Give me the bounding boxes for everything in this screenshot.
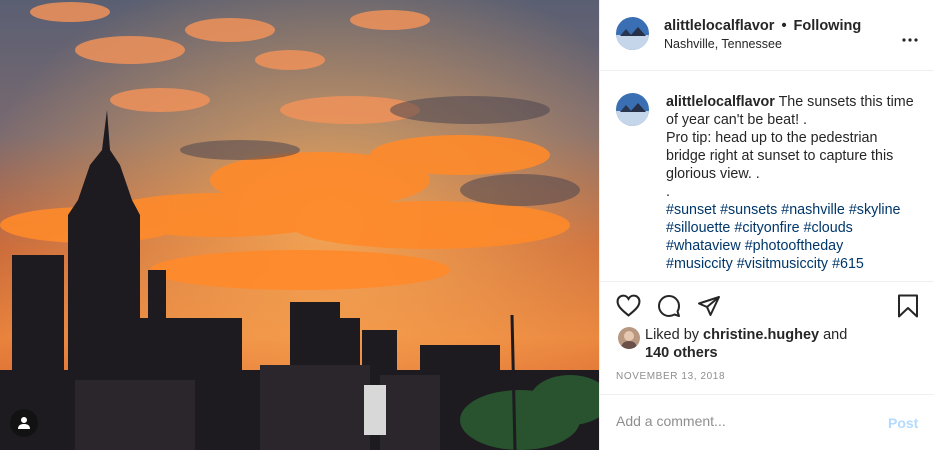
hashtag-link[interactable]: #clouds (804, 220, 853, 236)
comment-bar: Post (600, 394, 934, 450)
comment-button[interactable] (657, 294, 681, 323)
hashtag-link[interactable]: #visitmusiccity (737, 256, 828, 272)
hashtag-link[interactable]: #nashville (781, 202, 845, 218)
liker-avatar[interactable] (618, 327, 640, 349)
post-header: alittlelocalflavor • Following Nashville… (600, 0, 934, 71)
post-details-panel: alittlelocalflavor • Following Nashville… (599, 0, 934, 450)
more-options-button[interactable] (902, 30, 918, 48)
separator-dot: • (781, 18, 787, 34)
bookmark-icon (898, 294, 918, 318)
location-link[interactable]: Nashville, Tennessee (664, 37, 782, 51)
avatar[interactable] (616, 17, 649, 50)
liker-username[interactable]: christine.hughey (703, 327, 819, 343)
heart-icon (616, 294, 641, 317)
post-comment-button[interactable]: Post (888, 415, 918, 431)
post-date[interactable]: NOVEMBER 13, 2018 (616, 371, 725, 382)
hashtag-link[interactable]: #photooftheday (745, 238, 844, 254)
share-icon (698, 296, 720, 316)
comment-input[interactable] (616, 413, 866, 429)
post-photo[interactable] (0, 0, 599, 450)
caption-username[interactable]: alittlelocalflavor (666, 94, 775, 110)
post-caption: alittlelocalflavor The sunsets this time… (666, 93, 926, 273)
caption-text: Pro tip: head up to the pedestrian (666, 130, 878, 146)
caption-avatar[interactable] (616, 93, 649, 126)
hashtag-link[interactable]: #whataview (666, 238, 741, 254)
caption-text: bridge right at sunset to capture this (666, 148, 894, 164)
hashtag-link[interactable]: #cityonfire (734, 220, 799, 236)
likes-conjunction: and (823, 327, 848, 343)
hashtag-link[interactable]: #615 (832, 256, 864, 272)
caption-text: glorious view. . (666, 166, 760, 182)
like-button[interactable] (616, 294, 641, 322)
hashtag-link[interactable]: #sillouette (666, 220, 730, 236)
action-bar (600, 281, 934, 327)
caption-text: . (666, 184, 670, 200)
comment-icon (658, 295, 680, 317)
hashtag-link[interactable]: #skyline (849, 202, 901, 218)
follow-status-button[interactable]: Following (794, 18, 862, 34)
caption-text: of year can't be beat! . (666, 112, 808, 128)
hashtag-link[interactable]: #sunset (666, 202, 716, 218)
user-tag-button[interactable] (10, 409, 38, 437)
likes-summary: Liked by christine.hughey and 140 others (645, 326, 847, 362)
user-tag-icon (18, 417, 30, 429)
hashtag-link[interactable]: #musiccity (666, 256, 733, 272)
sunset-skyline-image (0, 0, 599, 450)
likes-count-link[interactable]: 140 others (645, 345, 718, 361)
save-button[interactable] (897, 294, 919, 323)
more-options-icon (902, 38, 918, 42)
caption-text: The sunsets this time (778, 94, 914, 110)
hashtag-link[interactable]: #sunsets (720, 202, 777, 218)
likes-prefix: Liked by (645, 327, 700, 343)
share-button[interactable] (697, 294, 721, 323)
author-username[interactable]: alittlelocalflavor (664, 18, 774, 34)
